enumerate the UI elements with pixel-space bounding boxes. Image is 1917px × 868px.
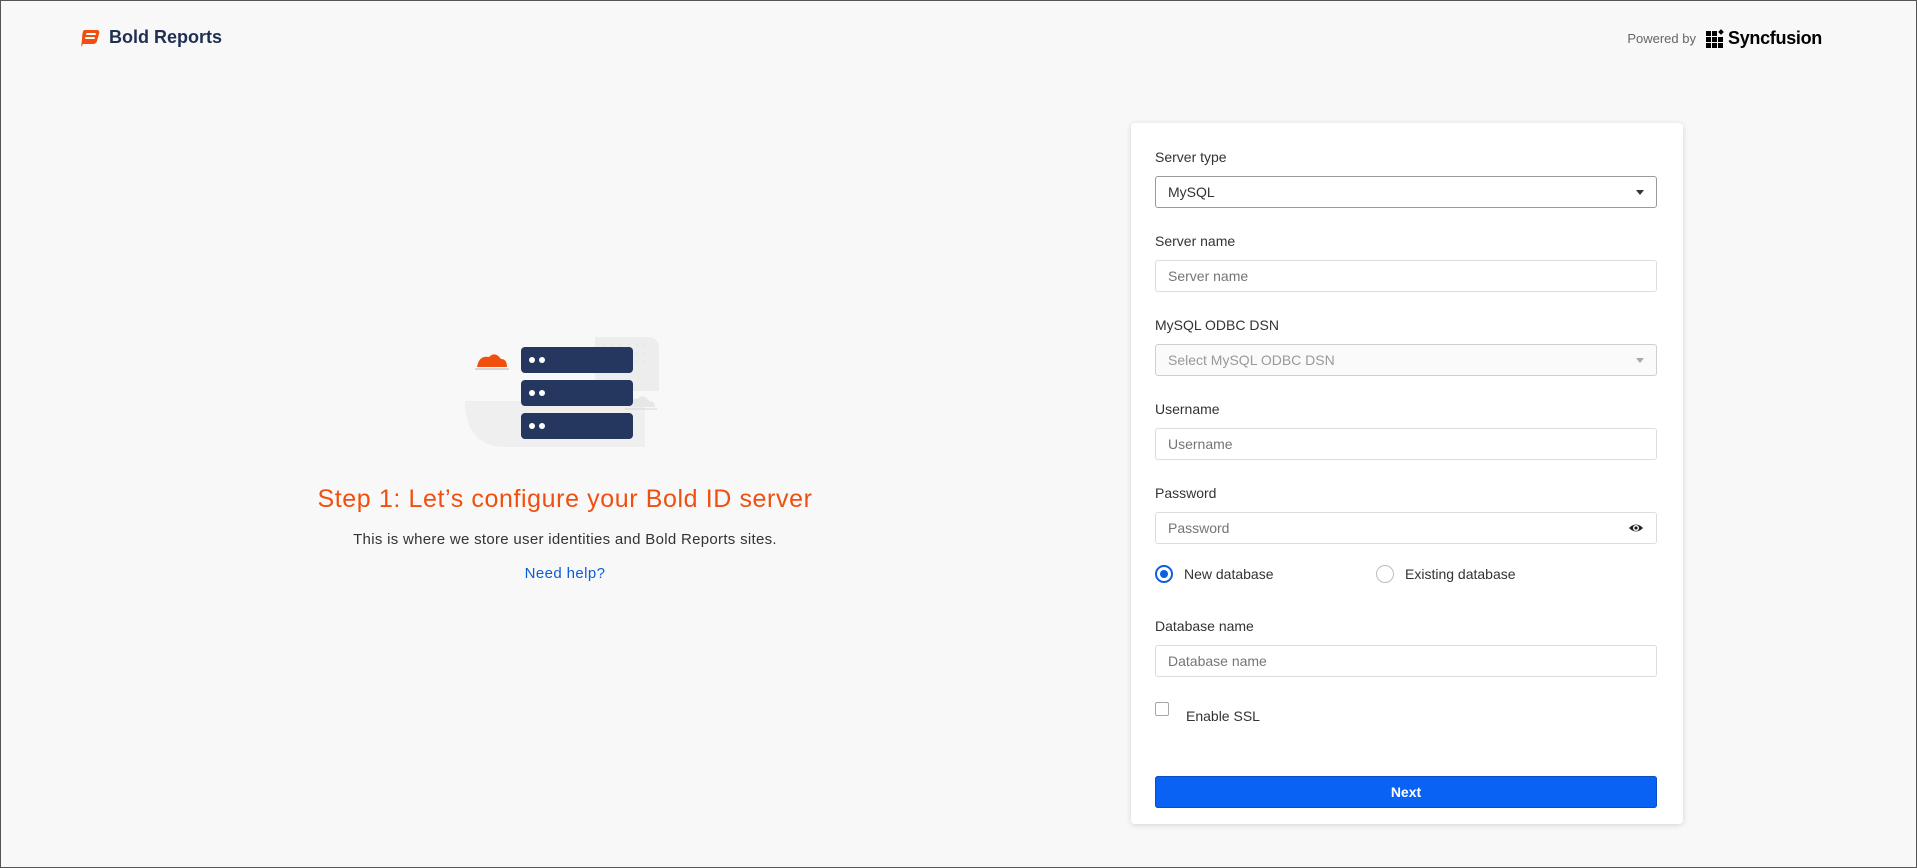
database-name-input[interactable] (1155, 645, 1657, 677)
database-mode-group: New database (1155, 565, 1274, 583)
server-illustration (465, 337, 659, 447)
eye-icon[interactable] (1628, 520, 1644, 536)
intro-panel: Step 1: Let’s configure your Bold ID ser… (1, 321, 1129, 582)
password-input[interactable] (1155, 512, 1657, 544)
server-type-value: MySQL (1168, 184, 1215, 200)
server-config-form: Server type MySQL Server name MySQL ODBC… (1131, 123, 1683, 824)
partner-name: Syncfusion (1727, 28, 1822, 48)
new-database-label[interactable]: New database (1184, 566, 1274, 582)
existing-database-radio[interactable] (1376, 565, 1394, 583)
new-database-radio[interactable] (1155, 565, 1173, 583)
syncfusion-logo-icon (1705, 28, 1724, 48)
server-type-dropdown[interactable]: MySQL (1155, 176, 1657, 208)
enable-ssl-option: Enable SSL (1155, 702, 1260, 724)
username-label: Username (1155, 401, 1220, 417)
odbc-dsn-label: MySQL ODBC DSN (1155, 317, 1279, 333)
caret-down-icon (1636, 357, 1644, 363)
existing-database-label[interactable]: Existing database (1405, 566, 1516, 582)
existing-database-option: Existing database (1376, 565, 1516, 583)
password-label: Password (1155, 485, 1217, 501)
powered-by: Powered by Syncfusion (1627, 28, 1822, 49)
bold-reports-logo-icon (81, 29, 100, 47)
username-input[interactable] (1155, 428, 1657, 460)
powered-by-label: Powered by (1627, 31, 1696, 46)
database-name-label: Database name (1155, 618, 1254, 634)
next-button[interactable]: Next (1155, 776, 1657, 808)
syncfusion-logo[interactable]: Syncfusion (1705, 28, 1822, 49)
odbc-dsn-dropdown[interactable]: Select MySQL ODBC DSN (1155, 344, 1657, 376)
need-help-link[interactable]: Need help? (525, 565, 606, 582)
odbc-dsn-placeholder: Select MySQL ODBC DSN (1168, 352, 1335, 368)
step-description: This is where we store user identities a… (353, 531, 777, 548)
caret-down-icon (1636, 189, 1644, 195)
bold-reports-logo[interactable]: Bold Reports (79, 27, 222, 48)
brand-name: Bold Reports (109, 27, 223, 47)
enable-ssl-checkbox[interactable] (1155, 702, 1169, 716)
server-type-label: Server type (1155, 149, 1227, 165)
server-name-label: Server name (1155, 233, 1236, 249)
server-name-input[interactable] (1155, 260, 1657, 292)
step-title: Step 1: Let’s configure your Bold ID ser… (317, 485, 813, 513)
enable-ssl-label[interactable]: Enable SSL (1186, 708, 1260, 724)
